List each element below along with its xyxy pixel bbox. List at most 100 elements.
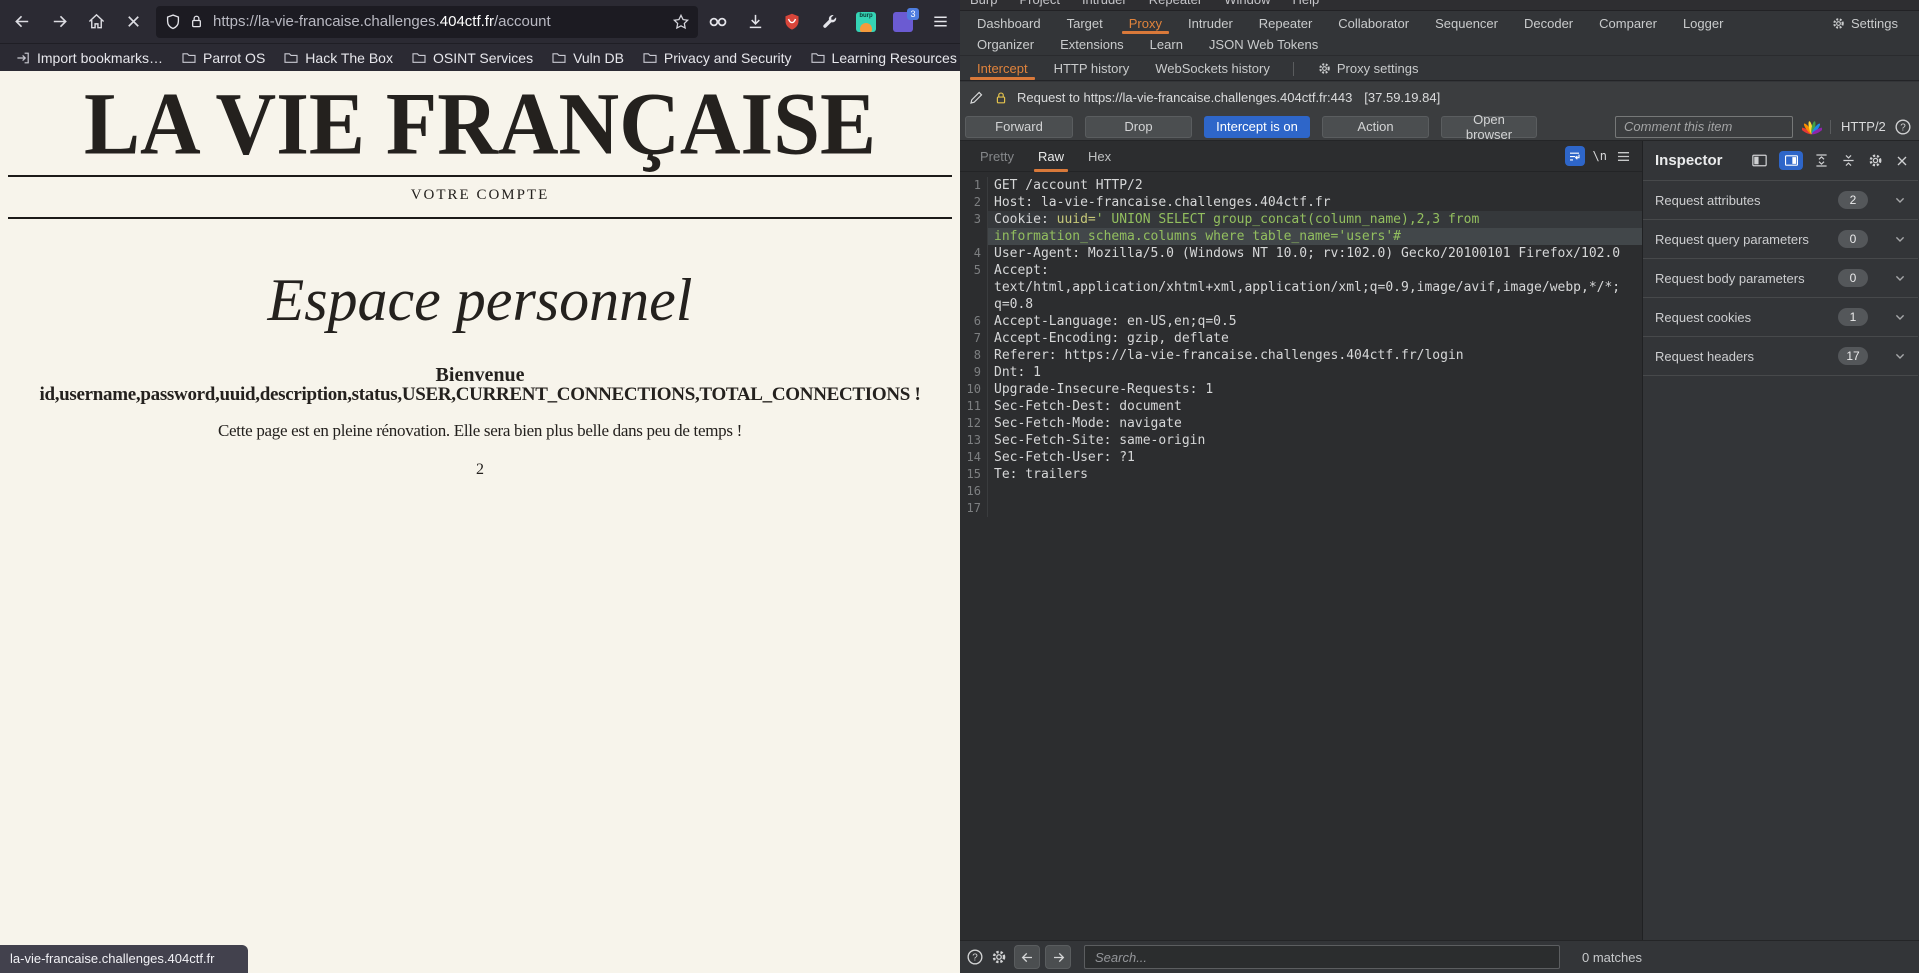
tab-comparer[interactable]: Comparer <box>1586 12 1670 34</box>
bookmark-star-icon[interactable] <box>672 13 690 31</box>
bookmark-vuln-db[interactable]: Vuln DB <box>544 48 631 68</box>
inspector-section-request-body-parameters[interactable]: Request body parameters 0 <box>1643 259 1918 298</box>
request-editor[interactable]: Pretty Raw Hex \n 1 GET /account HTTP/2 2 Hos… <box>960 141 1643 940</box>
subtab-proxy-settings[interactable]: Proxy settings <box>1304 57 1432 80</box>
tab-dashboard[interactable]: Dashboard <box>964 12 1054 34</box>
protocol-label: HTTP/2 <box>1841 119 1886 134</box>
request-text[interactable]: 1 GET /account HTTP/2 2 Host: la-vie-franca… <box>960 173 1642 940</box>
chevron-down-icon[interactable] <box>1880 192 1908 208</box>
tab-logger[interactable]: Logger <box>1670 12 1736 34</box>
chevron-down-icon[interactable] <box>1880 231 1908 247</box>
search-prev-button[interactable] <box>1014 945 1040 969</box>
tab-target[interactable]: Target <box>1054 12 1116 34</box>
editor-tab-raw[interactable]: Raw <box>1026 141 1076 172</box>
menubar-item-help[interactable]: Help <box>1292 0 1319 7</box>
request-token: text/html,application/xhtml+xml,applicat… <box>994 280 1621 295</box>
tab-sequencer[interactable]: Sequencer <box>1422 12 1511 34</box>
tab-label: Decoder <box>1524 15 1574 31</box>
forward-button[interactable] <box>44 7 74 37</box>
tls-lock-icon <box>993 90 1009 106</box>
open-browser-button[interactable]: Open browser <box>1441 112 1537 142</box>
home-button[interactable] <box>81 7 111 37</box>
tab-settings[interactable]: Settings <box>1818 12 1911 34</box>
tab-repeater[interactable]: Repeater <box>1246 12 1325 34</box>
request-line-number: 2 <box>960 194 988 211</box>
bookmark-parrot-os[interactable]: Parrot OS <box>174 48 272 68</box>
pencil-icon <box>968 89 985 106</box>
chevron-down-icon[interactable] <box>1880 270 1908 286</box>
url-bar[interactable]: https://la-vie-francaise.challenges.404c… <box>156 5 698 38</box>
inspector-layout-right-icon[interactable] <box>1779 151 1803 170</box>
bookmark-privacy-and-security[interactable]: Privacy and Security <box>635 48 799 68</box>
stop-button[interactable] <box>118 7 148 37</box>
tab-json-web-tokens[interactable]: JSON Web Tokens <box>1196 34 1331 55</box>
intercept-is-on-button[interactable]: Intercept is on <box>1204 115 1310 138</box>
menubar-item-intruder[interactable]: Intruder <box>1082 0 1127 7</box>
containers-infinity-icon[interactable] <box>704 8 732 36</box>
burp-extension-icon[interactable]: burp <box>852 8 880 36</box>
inspector-layout-left-icon[interactable] <box>1750 151 1769 170</box>
inspector-section-request-attributes[interactable]: Request attributes 2 <box>1643 181 1918 220</box>
rainbow-feather-icon[interactable] <box>1802 117 1822 137</box>
request-line-text: information_schema.columns where table_n… <box>988 228 1642 245</box>
tab-proxy[interactable]: Proxy <box>1116 12 1175 34</box>
drop-button[interactable]: Drop <box>1085 115 1192 138</box>
menubar-item-repeater[interactable]: Repeater <box>1149 0 1202 7</box>
help-icon[interactable] <box>1894 118 1912 136</box>
bookmark-learning-resources[interactable]: Learning Resources <box>803 48 964 68</box>
inspector-section-count: 0 <box>1838 230 1868 248</box>
request-line-number: 14 <box>960 449 988 466</box>
burp-menubar[interactable]: Burp Project Intruder Repeater Window Help <box>960 0 1919 11</box>
expand-all-icon[interactable] <box>1813 152 1830 169</box>
inspector-section-request-cookies[interactable]: Request cookies 1 <box>1643 298 1918 337</box>
search-help-icon[interactable] <box>966 948 984 966</box>
bookmark-osint-services[interactable]: OSINT Services <box>404 48 540 68</box>
menu-hamburger-icon[interactable] <box>926 8 954 36</box>
editor-tab-hex[interactable]: Hex <box>1076 141 1123 172</box>
comment-input[interactable] <box>1615 115 1793 138</box>
tab-learn[interactable]: Learn <box>1137 34 1196 55</box>
bookmark-import-bookmarks-[interactable]: Import bookmarks… <box>8 48 170 68</box>
tab-organizer[interactable]: Organizer <box>964 34 1047 55</box>
subtab-intercept[interactable]: Intercept <box>964 57 1041 80</box>
inspector-settings-gear-icon[interactable] <box>1867 152 1884 169</box>
inspector-section-request-query-parameters[interactable]: Request query parameters 0 <box>1643 220 1918 259</box>
inspector-close-icon[interactable] <box>1894 153 1910 169</box>
back-button[interactable] <box>7 7 37 37</box>
editor-tab-pretty[interactable]: Pretty <box>968 141 1026 172</box>
menubar-item-burp[interactable]: Burp <box>970 0 997 7</box>
tab-collaborator[interactable]: Collaborator <box>1325 12 1422 34</box>
search-next-button[interactable] <box>1045 945 1071 969</box>
ublock-icon[interactable] <box>778 8 806 36</box>
show-newlines-toggle[interactable]: \n <box>1593 149 1607 163</box>
request-token: Sec-Fetch-Mode: navigate <box>994 416 1182 431</box>
request-token: Sec-Fetch-User: ?1 <box>994 450 1135 465</box>
soft-wrap-toggle-icon[interactable] <box>1564 146 1585 166</box>
bookmark-hack-the-box[interactable]: Hack The Box <box>276 48 400 68</box>
search-settings-gear-icon[interactable] <box>990 948 1008 966</box>
editor-menu-icon[interactable] <box>1615 148 1632 165</box>
request-token: Referer: https://la-vie-francaise.challe… <box>994 348 1464 363</box>
request-token: Accept-Language: en-US,en;q=0.5 <box>994 314 1237 329</box>
menubar-item-window[interactable]: Window <box>1224 0 1270 7</box>
purple-extension-icon[interactable]: 3 <box>889 7 919 36</box>
wrench-icon[interactable] <box>815 8 843 36</box>
tab-extensions[interactable]: Extensions <box>1047 34 1137 55</box>
menubar-item-project[interactable]: Project <box>1019 0 1059 7</box>
action-button[interactable]: Action <box>1322 115 1429 138</box>
chevron-down-icon[interactable] <box>1880 348 1908 364</box>
subtab-http-history[interactable]: HTTP history <box>1041 57 1143 80</box>
tab-label: Extensions <box>1060 37 1124 52</box>
downloads-icon[interactable] <box>741 8 769 36</box>
forward-button[interactable]: Forward <box>965 115 1073 138</box>
tab-intruder[interactable]: Intruder <box>1175 12 1246 34</box>
lock-icon[interactable] <box>188 13 205 30</box>
inspector-section-request-headers[interactable]: Request headers 17 <box>1643 337 1918 376</box>
collapse-all-icon[interactable] <box>1840 152 1857 169</box>
search-input[interactable] <box>1084 945 1560 969</box>
subtab-websockets-history[interactable]: WebSockets history <box>1142 57 1283 80</box>
tab-decoder[interactable]: Decoder <box>1511 12 1586 34</box>
tracking-protection-shield-icon[interactable] <box>164 13 182 31</box>
chevron-down-icon[interactable] <box>1880 309 1908 325</box>
tab-label: Organizer <box>977 37 1035 52</box>
